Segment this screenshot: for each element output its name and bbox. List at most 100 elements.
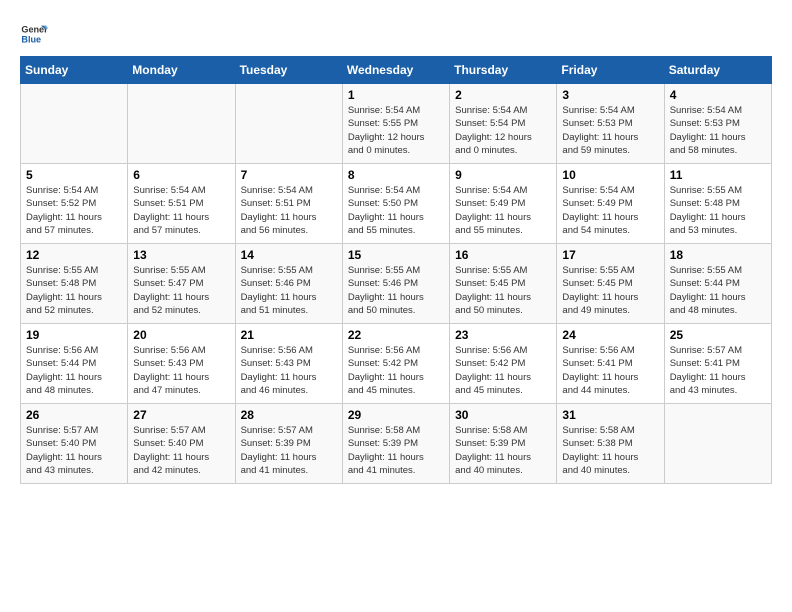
day-info: Sunrise: 5:57 AMSunset: 5:39 PMDaylight:… — [241, 424, 337, 477]
day-info: Sunrise: 5:55 AMSunset: 5:46 PMDaylight:… — [241, 264, 337, 317]
header-day-saturday: Saturday — [664, 57, 771, 84]
day-info: Sunrise: 5:54 AMSunset: 5:51 PMDaylight:… — [133, 184, 229, 237]
calendar-cell: 30 Sunrise: 5:58 AMSunset: 5:39 PMDayligh… — [450, 404, 557, 484]
day-number: 28 — [241, 408, 337, 422]
day-info: Sunrise: 5:56 AMSunset: 5:41 PMDaylight:… — [562, 344, 658, 397]
calendar-cell — [21, 84, 128, 164]
day-info: Sunrise: 5:54 AMSunset: 5:49 PMDaylight:… — [455, 184, 551, 237]
week-row-2: 12Sunrise: 5:55 AMSunset: 5:48 PMDayligh… — [21, 244, 772, 324]
day-info: Sunrise: 5:57 AMSunset: 5:40 PMDaylight:… — [133, 424, 229, 477]
day-number: 5 — [26, 168, 122, 182]
day-info: Sunrise: 5:58 AMSunset: 5:39 PMDaylight:… — [348, 424, 444, 477]
header-day-sunday: Sunday — [21, 57, 128, 84]
calendar-cell: 21 Sunrise: 5:56 AMSunset: 5:43 PMDayligh… — [235, 324, 342, 404]
day-info: Sunrise: 5:58 AMSunset: 5:39 PMDaylight:… — [455, 424, 551, 477]
day-number: 3 — [562, 88, 658, 102]
day-info: Sunrise: 5:56 AMSunset: 5:42 PMDaylight:… — [348, 344, 444, 397]
day-info: Sunrise: 5:54 AMSunset: 5:55 PMDaylight:… — [348, 104, 444, 157]
day-number: 14 — [241, 248, 337, 262]
calendar-cell: 5 Sunrise: 5:54 AMSunset: 5:52 PMDaylight… — [21, 164, 128, 244]
header-day-wednesday: Wednesday — [342, 57, 449, 84]
day-number: 22 — [348, 328, 444, 342]
day-number: 9 — [455, 168, 551, 182]
calendar-cell: 27 Sunrise: 5:57 AMSunset: 5:40 PMDayligh… — [128, 404, 235, 484]
day-number: 21 — [241, 328, 337, 342]
day-number: 30 — [455, 408, 551, 422]
calendar-cell: 8Sunrise: 5:54 AMSunset: 5:50 PMDaylight… — [342, 164, 449, 244]
day-info: Sunrise: 5:56 AMSunset: 5:43 PMDaylight:… — [133, 344, 229, 397]
day-number: 24 — [562, 328, 658, 342]
day-number: 11 — [670, 168, 766, 182]
calendar-cell: 28 Sunrise: 5:57 AMSunset: 5:39 PMDayligh… — [235, 404, 342, 484]
day-info: Sunrise: 5:56 AMSunset: 5:44 PMDaylight:… — [26, 344, 122, 397]
calendar-cell: 18 Sunrise: 5:55 AMSunset: 5:44 PMDayligh… — [664, 244, 771, 324]
day-number: 16 — [455, 248, 551, 262]
calendar-cell: 10 Sunrise: 5:54 AMSunset: 5:49 PMDayligh… — [557, 164, 664, 244]
day-number: 7 — [241, 168, 337, 182]
day-info: Sunrise: 5:54 AMSunset: 5:54 PMDaylight:… — [455, 104, 551, 157]
day-info: Sunrise: 5:58 AMSunset: 5:38 PMDaylight:… — [562, 424, 658, 477]
calendar-cell: 17Sunrise: 5:55 AMSunset: 5:45 PMDayligh… — [557, 244, 664, 324]
day-info: Sunrise: 5:56 AMSunset: 5:43 PMDaylight:… — [241, 344, 337, 397]
calendar-cell: 20 Sunrise: 5:56 AMSunset: 5:43 PMDayligh… — [128, 324, 235, 404]
calendar-cell: 31 Sunrise: 5:58 AMSunset: 5:38 PMDayligh… — [557, 404, 664, 484]
calendar-cell: 24 Sunrise: 5:56 AMSunset: 5:41 PMDayligh… — [557, 324, 664, 404]
day-info: Sunrise: 5:54 AMSunset: 5:49 PMDaylight:… — [562, 184, 658, 237]
day-number: 17 — [562, 248, 658, 262]
day-number: 10 — [562, 168, 658, 182]
week-row-1: 5 Sunrise: 5:54 AMSunset: 5:52 PMDaylight… — [21, 164, 772, 244]
header-day-monday: Monday — [128, 57, 235, 84]
day-info: Sunrise: 5:54 AMSunset: 5:52 PMDaylight:… — [26, 184, 122, 237]
logo-icon: General Blue — [20, 20, 48, 48]
day-info: Sunrise: 5:55 AMSunset: 5:45 PMDaylight:… — [455, 264, 551, 317]
calendar-cell: 3 Sunrise: 5:54 AMSunset: 5:53 PMDaylight… — [557, 84, 664, 164]
calendar-cell: 26 Sunrise: 5:57 AMSunset: 5:40 PMDayligh… — [21, 404, 128, 484]
day-info: Sunrise: 5:55 AMSunset: 5:48 PMDaylight:… — [26, 264, 122, 317]
day-info: Sunrise: 5:57 AMSunset: 5:41 PMDaylight:… — [670, 344, 766, 397]
calendar-cell — [235, 84, 342, 164]
week-row-0: 1 Sunrise: 5:54 AMSunset: 5:55 PMDaylight… — [21, 84, 772, 164]
day-number: 2 — [455, 88, 551, 102]
calendar-cell: 13Sunrise: 5:55 AMSunset: 5:47 PMDayligh… — [128, 244, 235, 324]
day-info: Sunrise: 5:57 AMSunset: 5:40 PMDaylight:… — [26, 424, 122, 477]
day-info: Sunrise: 5:55 AMSunset: 5:46 PMDaylight:… — [348, 264, 444, 317]
day-info: Sunrise: 5:54 AMSunset: 5:50 PMDaylight:… — [348, 184, 444, 237]
calendar-cell: 29 Sunrise: 5:58 AMSunset: 5:39 PMDayligh… — [342, 404, 449, 484]
day-info: Sunrise: 5:54 AMSunset: 5:51 PMDaylight:… — [241, 184, 337, 237]
calendar-cell: 14 Sunrise: 5:55 AMSunset: 5:46 PMDayligh… — [235, 244, 342, 324]
day-number: 31 — [562, 408, 658, 422]
calendar-cell: 16 Sunrise: 5:55 AMSunset: 5:45 PMDayligh… — [450, 244, 557, 324]
calendar-cell: 11Sunrise: 5:55 AMSunset: 5:48 PMDayligh… — [664, 164, 771, 244]
day-number: 29 — [348, 408, 444, 422]
week-row-3: 19 Sunrise: 5:56 AMSunset: 5:44 PMDayligh… — [21, 324, 772, 404]
day-number: 18 — [670, 248, 766, 262]
header-day-friday: Friday — [557, 57, 664, 84]
calendar-table: SundayMondayTuesdayWednesdayThursdayFrid… — [20, 56, 772, 484]
svg-text:Blue: Blue — [21, 34, 41, 44]
day-number: 25 — [670, 328, 766, 342]
day-number: 15 — [348, 248, 444, 262]
day-number: 1 — [348, 88, 444, 102]
calendar-cell: 6 Sunrise: 5:54 AMSunset: 5:51 PMDaylight… — [128, 164, 235, 244]
calendar-cell: 15 Sunrise: 5:55 AMSunset: 5:46 PMDayligh… — [342, 244, 449, 324]
header-day-thursday: Thursday — [450, 57, 557, 84]
header-row: SundayMondayTuesdayWednesdayThursdayFrid… — [21, 57, 772, 84]
day-number: 19 — [26, 328, 122, 342]
calendar-cell: 9 Sunrise: 5:54 AMSunset: 5:49 PMDaylight… — [450, 164, 557, 244]
day-number: 20 — [133, 328, 229, 342]
day-number: 23 — [455, 328, 551, 342]
day-info: Sunrise: 5:55 AMSunset: 5:44 PMDaylight:… — [670, 264, 766, 317]
logo: General Blue — [20, 20, 52, 48]
calendar-cell: 4 Sunrise: 5:54 AMSunset: 5:53 PMDaylight… — [664, 84, 771, 164]
calendar-cell — [664, 404, 771, 484]
day-number: 27 — [133, 408, 229, 422]
day-info: Sunrise: 5:54 AMSunset: 5:53 PMDaylight:… — [670, 104, 766, 157]
calendar-cell: 2 Sunrise: 5:54 AMSunset: 5:54 PMDaylight… — [450, 84, 557, 164]
header: General Blue — [20, 20, 772, 48]
day-number: 26 — [26, 408, 122, 422]
calendar-cell: 1 Sunrise: 5:54 AMSunset: 5:55 PMDaylight… — [342, 84, 449, 164]
day-info: Sunrise: 5:54 AMSunset: 5:53 PMDaylight:… — [562, 104, 658, 157]
day-number: 4 — [670, 88, 766, 102]
calendar-cell — [128, 84, 235, 164]
day-number: 6 — [133, 168, 229, 182]
